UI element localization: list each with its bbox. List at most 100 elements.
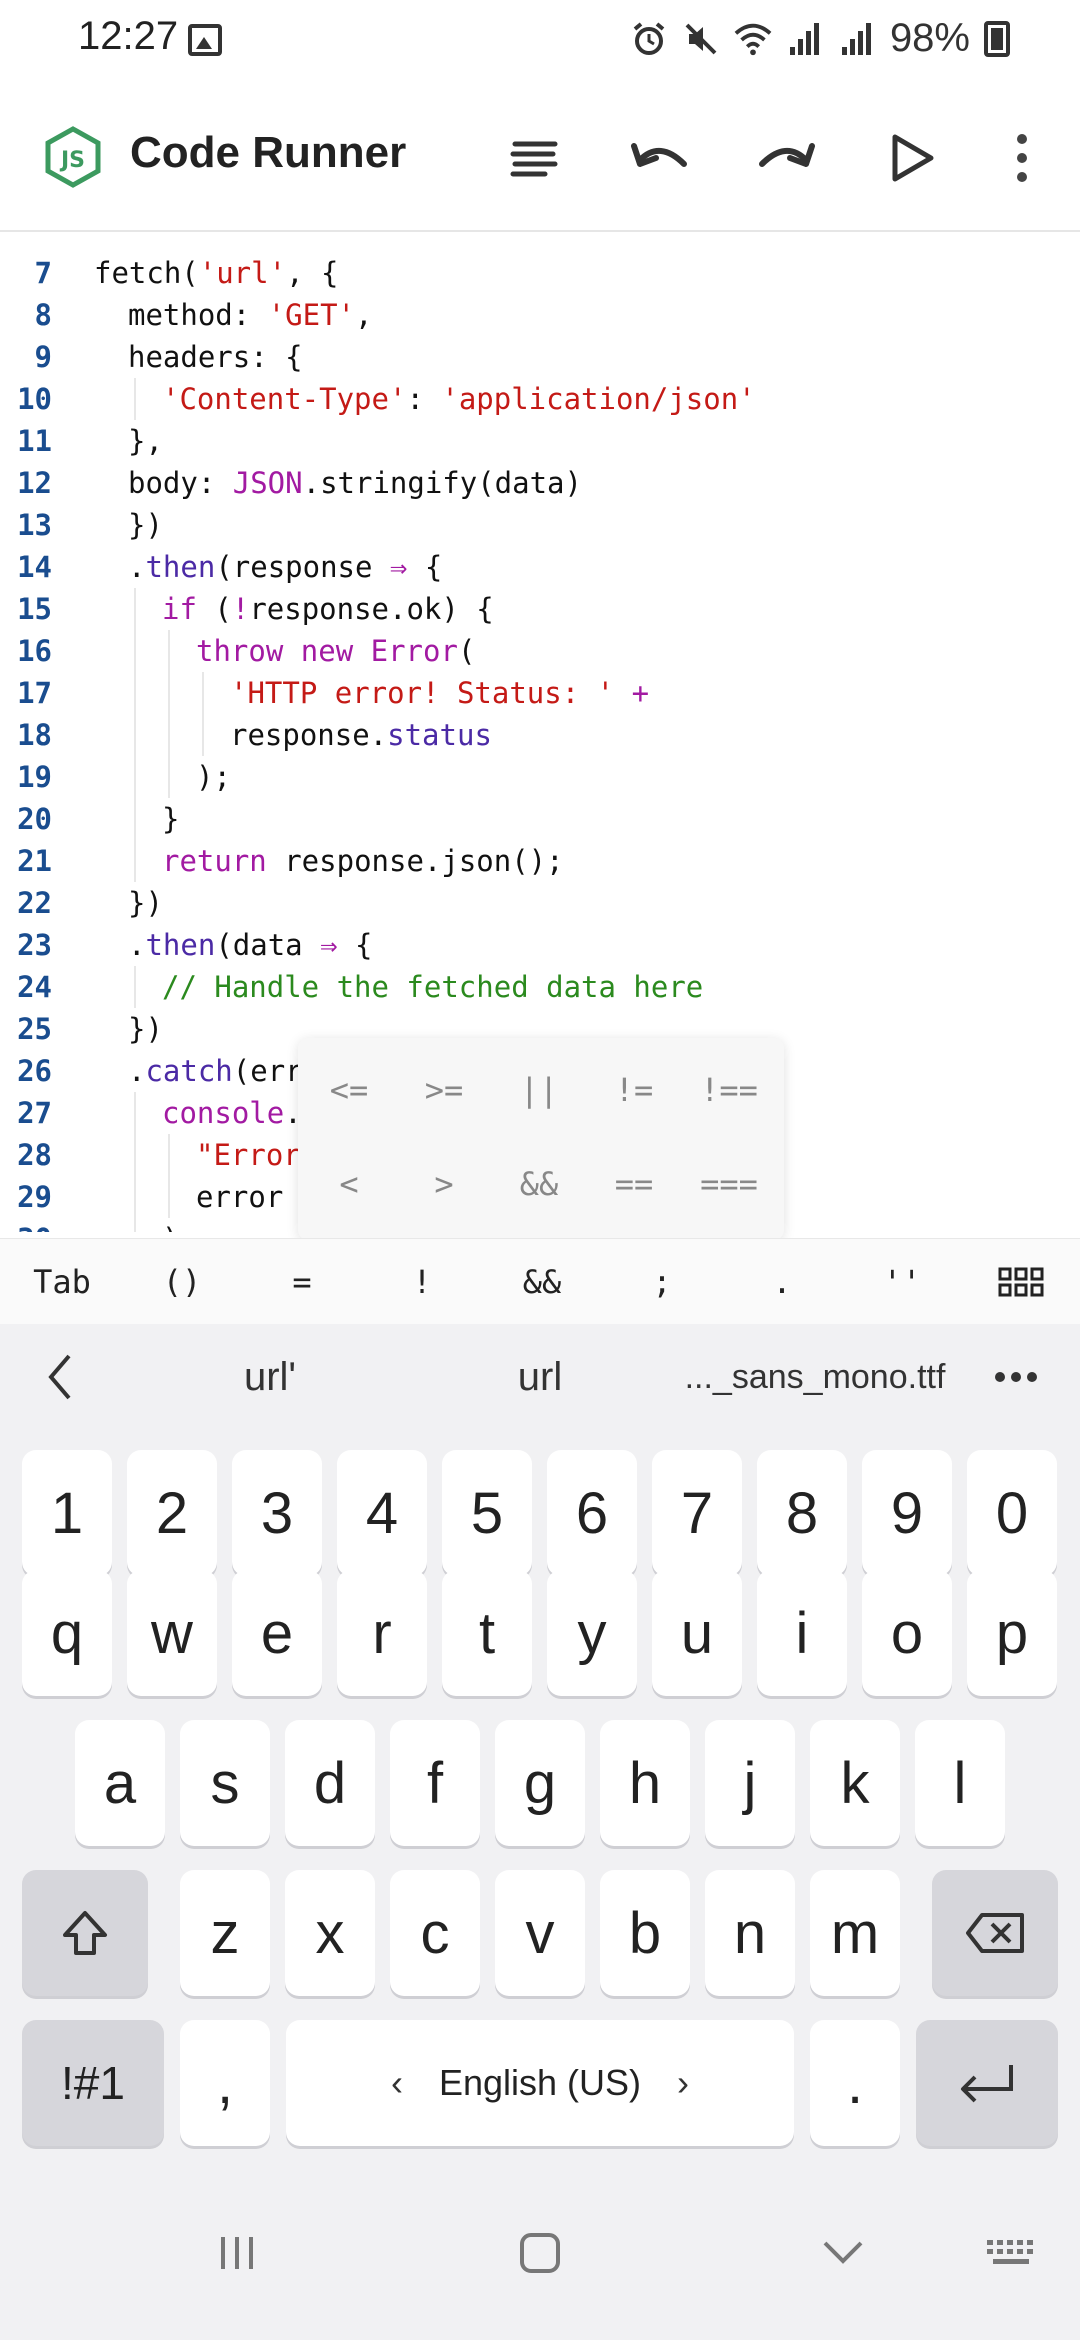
key-a[interactable]: a [75, 1720, 165, 1846]
code-line[interactable]: 14 .then(response ⇒ { [0, 546, 1080, 588]
key-o[interactable]: o [862, 1570, 952, 1696]
shortcut-equals[interactable]: = [250, 1239, 354, 1325]
recent-apps-icon[interactable] [192, 2208, 282, 2298]
key-s[interactable]: s [180, 1720, 270, 1846]
code-line[interactable]: 9 headers: { [0, 336, 1080, 378]
code-text: }) [128, 882, 163, 924]
key-w[interactable]: w [127, 1570, 217, 1696]
code-text: 'HTTP error! Status: ' + [230, 672, 649, 714]
line-number: 16 [17, 634, 52, 668]
hide-keyboard-chevron-down-icon[interactable] [798, 2208, 888, 2298]
code-line[interactable]: 19); [0, 756, 1080, 798]
key-q[interactable]: q [22, 1570, 112, 1696]
key-c[interactable]: c [390, 1870, 480, 1996]
key-j[interactable]: j [705, 1720, 795, 1846]
key-x[interactable]: x [285, 1870, 375, 1996]
key-m[interactable]: m [810, 1870, 900, 1996]
code-line[interactable]: 11}, [0, 420, 1080, 462]
key-7[interactable]: 7 [652, 1450, 742, 1576]
shortcut-parens[interactable]: () [130, 1239, 234, 1325]
code-line[interactable]: 18 response.status [0, 714, 1080, 756]
code-line[interactable]: 7 fetch('url', { [0, 252, 1080, 294]
code-line[interactable]: 24 // Handle the fetched data here [0, 966, 1080, 1008]
enter-key[interactable] [916, 2020, 1058, 2146]
shortcut-tab[interactable]: Tab [10, 1239, 114, 1325]
code-line[interactable]: 23 .then(data ⇒ { [0, 924, 1080, 966]
key-y[interactable]: y [547, 1570, 637, 1696]
spacebar[interactable]: ‹ English (US) › [286, 2020, 794, 2146]
shift-key[interactable] [22, 1870, 148, 1996]
keyboard-switch-icon[interactable] [966, 2208, 1056, 2298]
key-4[interactable]: 4 [337, 1450, 427, 1576]
code-line[interactable]: 10 'Content-Type': 'application/json' [0, 378, 1080, 420]
code-token: method: [128, 298, 268, 332]
suggestion-item[interactable]: ..._sans_mono.ttf [670, 1324, 960, 1430]
op-key[interactable]: !== [684, 1050, 774, 1130]
key-r[interactable]: r [337, 1570, 427, 1696]
suggestion-item[interactable]: url [420, 1324, 660, 1430]
code-line[interactable]: 20} [0, 798, 1080, 840]
backspace-key[interactable] [932, 1870, 1058, 1996]
key-e[interactable]: e [232, 1570, 322, 1696]
symbols-key[interactable]: !#1 [22, 2020, 164, 2146]
key-g[interactable]: g [495, 1720, 585, 1846]
shortcut-and[interactable]: && [490, 1239, 594, 1325]
op-key[interactable]: <= [304, 1050, 394, 1130]
run-button[interactable] [874, 120, 950, 196]
indent-guide [134, 378, 136, 420]
op-key[interactable]: > [399, 1144, 489, 1224]
op-key[interactable]: >= [399, 1050, 489, 1130]
key-6[interactable]: 6 [547, 1450, 637, 1576]
more-suggestions-icon[interactable] [976, 1324, 1056, 1430]
shortcut-not[interactable]: ! [370, 1239, 474, 1325]
key-l[interactable]: l [915, 1720, 1005, 1846]
undo-button[interactable] [622, 120, 698, 196]
op-key[interactable]: < [304, 1144, 394, 1224]
op-key[interactable]: === [684, 1144, 774, 1224]
key-v[interactable]: v [495, 1870, 585, 1996]
code-line[interactable]: 12 body: JSON.stringify(data) [0, 462, 1080, 504]
key-period[interactable]: . [810, 2020, 900, 2146]
shortcut-quotes[interactable]: '' [850, 1239, 954, 1325]
key-5[interactable]: 5 [442, 1450, 532, 1576]
shortcut-semicolon[interactable]: ; [610, 1239, 714, 1325]
code-text: ); [162, 1218, 197, 1232]
code-line[interactable]: 13}) [0, 504, 1080, 546]
grid-icon[interactable] [976, 1239, 1066, 1325]
key-n[interactable]: n [705, 1870, 795, 1996]
code-line[interactable]: 21 return response.json(); [0, 840, 1080, 882]
op-key[interactable]: != [589, 1050, 679, 1130]
key-b[interactable]: b [600, 1870, 690, 1996]
key-u[interactable]: u [652, 1570, 742, 1696]
key-0[interactable]: 0 [967, 1450, 1057, 1576]
code-line[interactable]: 22}) [0, 882, 1080, 924]
key-1[interactable]: 1 [22, 1450, 112, 1576]
key-8[interactable]: 8 [757, 1450, 847, 1576]
code-line[interactable]: 16 throw new Error( [0, 630, 1080, 672]
code-line[interactable]: 8 method: 'GET', [0, 294, 1080, 336]
key-z[interactable]: z [180, 1870, 270, 1996]
key-3[interactable]: 3 [232, 1450, 322, 1576]
home-icon[interactable] [495, 2208, 585, 2298]
op-key[interactable]: == [589, 1144, 679, 1224]
key-2[interactable]: 2 [127, 1450, 217, 1576]
shortcut-dot[interactable]: . [730, 1239, 834, 1325]
op-key[interactable]: || [494, 1050, 584, 1130]
code-line[interactable]: 17 'HTTP error! Status: ' + [0, 672, 1080, 714]
format-code-button[interactable] [496, 120, 572, 196]
redo-button[interactable] [748, 120, 824, 196]
key-9[interactable]: 9 [862, 1450, 952, 1576]
key-comma[interactable]: , [180, 2020, 270, 2146]
key-h[interactable]: h [600, 1720, 690, 1846]
key-d[interactable]: d [285, 1720, 375, 1846]
code-line[interactable]: 15 if (!response.ok) { [0, 588, 1080, 630]
suggestion-item[interactable]: url' [150, 1324, 390, 1430]
key-t[interactable]: t [442, 1570, 532, 1696]
key-p[interactable]: p [967, 1570, 1057, 1696]
key-i[interactable]: i [757, 1570, 847, 1696]
more-options-icon[interactable] [984, 120, 1060, 196]
key-k[interactable]: k [810, 1720, 900, 1846]
chevron-left-icon[interactable] [20, 1324, 100, 1430]
op-key[interactable]: && [494, 1144, 584, 1224]
key-f[interactable]: f [390, 1720, 480, 1846]
